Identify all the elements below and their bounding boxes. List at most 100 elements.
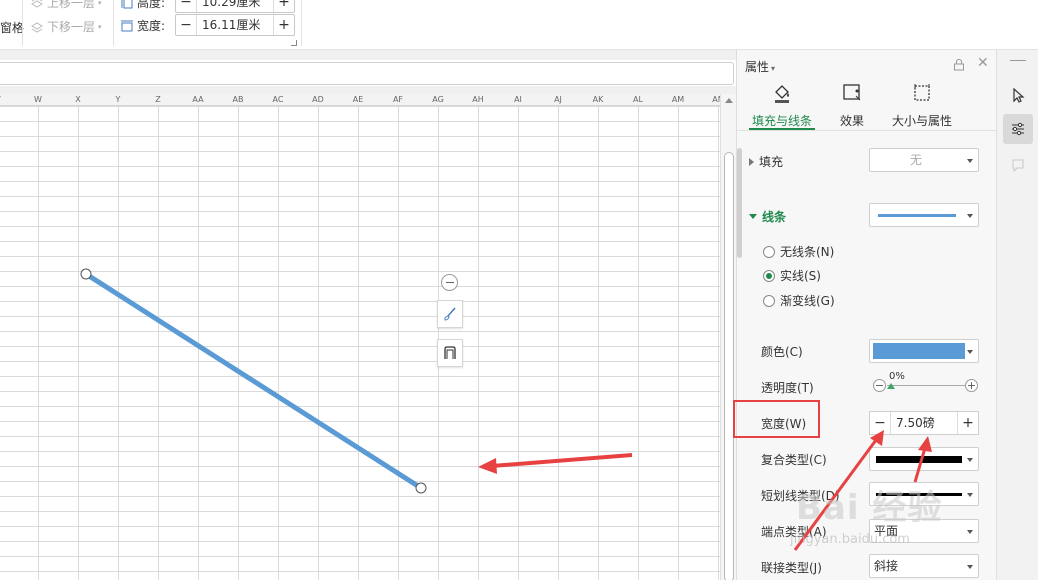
width-label: 宽度: <box>137 19 166 33</box>
ribbon-toolbar: 窗格 上移一层 ▾ 下移一层 ▾ 高度: − 10.29厘米 + 宽度: − 1… <box>0 0 1038 50</box>
column-header[interactable]: X <box>58 94 98 106</box>
radio-gradient-line-label: 渐变线(G) <box>780 294 835 308</box>
height-value[interactable]: 10.29厘米 <box>196 0 274 12</box>
panel-title-dropdown[interactable]: 属性 ▾ <box>745 58 775 75</box>
ribbon-separator <box>22 0 23 46</box>
cell-grid[interactable] <box>0 106 720 580</box>
transparency-decrease-button[interactable]: − <box>873 379 886 392</box>
radio-solid-line-circle[interactable] <box>763 269 775 282</box>
radio-gradient-line-circle[interactable] <box>763 294 775 307</box>
slider-track[interactable] <box>887 385 965 386</box>
transparency-increase-button[interactable]: + <box>965 379 978 392</box>
tab-fill-and-line[interactable]: 填充与线条 <box>749 82 815 129</box>
collapse-toolbar-button[interactable] <box>441 274 458 291</box>
radio-no-line[interactable]: 无线条(N) <box>763 243 834 260</box>
send-backward-button[interactable]: 下移一层 ▾ <box>30 18 102 35</box>
panel-scrollbar[interactable] <box>737 148 743 580</box>
properties-toggle-button[interactable] <box>1003 114 1033 144</box>
width-decrease-button[interactable]: − <box>176 15 196 35</box>
tab-fill-and-line-label: 填充与线条 <box>751 114 812 128</box>
fill-section-toggle[interactable]: 填充 <box>749 153 783 170</box>
line-color-preview <box>878 214 956 217</box>
width-increase-button[interactable]: + <box>274 15 294 35</box>
shape-style-button[interactable] <box>437 300 463 328</box>
width-field-label: 宽度: <box>120 17 165 34</box>
line-style-dropdown[interactable] <box>869 203 979 227</box>
chevron-down-icon: ▾ <box>98 0 102 7</box>
compound-type-dropdown[interactable] <box>869 447 979 471</box>
line-width-stepper[interactable]: − 7.50磅 + <box>869 411 979 435</box>
line-width-value[interactable]: 7.50磅 <box>890 412 958 434</box>
toolbar-grip-icon <box>1010 60 1026 61</box>
height-field-label: 高度: <box>120 0 165 11</box>
column-header[interactable]: V <box>0 94 18 106</box>
radio-solid-line-label: 实线(S) <box>780 269 821 283</box>
comment-icon <box>1012 159 1024 173</box>
column-header[interactable]: AM <box>658 94 698 106</box>
radio-no-line-label: 无线条(N) <box>780 245 835 259</box>
chevron-down-icon <box>967 159 973 163</box>
select-tool-button[interactable] <box>1003 80 1033 110</box>
height-stepper[interactable]: − 10.29厘米 + <box>175 0 295 13</box>
column-header[interactable]: AB <box>218 94 258 106</box>
close-icon[interactable]: ✕ <box>977 56 989 70</box>
tab-size-and-properties-label: 大小与属性 <box>891 114 952 128</box>
column-header[interactable]: AI <box>498 94 538 106</box>
slider-knob[interactable] <box>887 383 895 389</box>
column-header[interactable]: AA <box>178 94 218 106</box>
fill-dropdown[interactable]: 无 <box>869 148 979 172</box>
column-header-row: VWXYZAAABACADAEAFAGAHAIAJAKALAMAN <box>0 94 720 106</box>
minus-icon <box>445 282 454 283</box>
sheet-vertical-scrollbar[interactable] <box>720 94 736 580</box>
transparency-value: 0% <box>889 371 905 382</box>
column-header[interactable]: AD <box>298 94 338 106</box>
backup-tool-button[interactable] <box>1003 150 1033 180</box>
line-section-toggle[interactable]: 线条 <box>749 208 786 225</box>
spreadsheet-area[interactable]: VWXYZAAABACADAEAFAGAHAIAJAKALAMAN <box>0 94 720 580</box>
column-header[interactable]: AF <box>378 94 418 106</box>
column-header[interactable]: AG <box>418 94 458 106</box>
transparency-slider[interactable]: − 0% + <box>873 371 979 394</box>
selection-pane-button[interactable]: 窗格 <box>0 19 24 36</box>
size-dialog-launcher-icon[interactable] <box>291 40 297 46</box>
chevron-down-icon <box>967 565 973 569</box>
tab-effects[interactable]: 效果 <box>829 82 875 129</box>
column-header[interactable]: Z <box>138 94 178 106</box>
panel-scrollbar-thumb[interactable] <box>737 148 742 258</box>
width-value[interactable]: 16.11厘米 <box>196 15 274 35</box>
column-header[interactable]: AE <box>338 94 378 106</box>
formula-bar-input[interactable] <box>0 62 734 85</box>
column-header[interactable]: AL <box>618 94 658 106</box>
column-header[interactable]: W <box>18 94 58 106</box>
column-header[interactable]: AJ <box>538 94 578 106</box>
compound-type-label: 复合类型(C) <box>761 453 827 467</box>
color-label: 颜色(C) <box>761 345 803 359</box>
radio-solid-line[interactable]: 实线(S) <box>763 267 821 284</box>
line-width-increase-button[interactable]: + <box>958 412 978 434</box>
line-section-label: 线条 <box>762 210 787 224</box>
bring-forward-button[interactable]: 上移一层 ▾ <box>30 0 102 11</box>
radio-gradient-line[interactable]: 渐变线(G) <box>763 292 835 309</box>
column-header[interactable]: AN <box>698 94 720 106</box>
column-header[interactable]: AC <box>258 94 298 106</box>
height-decrease-button[interactable]: − <box>176 0 196 12</box>
ribbon-separator <box>301 0 302 46</box>
chevron-down-icon: ▾ <box>98 22 102 31</box>
shape-outline-button[interactable] <box>437 339 463 367</box>
width-stepper[interactable]: − 16.11厘米 + <box>175 14 295 36</box>
lock-icon[interactable] <box>953 58 965 71</box>
ribbon-separator <box>113 0 114 46</box>
compound-line-preview <box>876 456 962 463</box>
join-type-dropdown[interactable]: 斜接 <box>869 554 979 578</box>
column-header[interactable]: AH <box>458 94 498 106</box>
tab-size-and-properties[interactable]: 大小与属性 <box>887 82 957 129</box>
color-dropdown[interactable] <box>869 339 979 363</box>
height-increase-button[interactable]: + <box>274 0 294 12</box>
caret-right-icon <box>749 157 754 166</box>
column-header[interactable]: Y <box>98 94 138 106</box>
line-width-decrease-button[interactable]: − <box>870 412 890 434</box>
scrollbar-thumb[interactable] <box>724 152 734 580</box>
column-header[interactable]: AK <box>578 94 618 106</box>
radio-no-line-circle[interactable] <box>763 245 775 258</box>
scroll-up-arrow-icon[interactable] <box>725 98 733 103</box>
